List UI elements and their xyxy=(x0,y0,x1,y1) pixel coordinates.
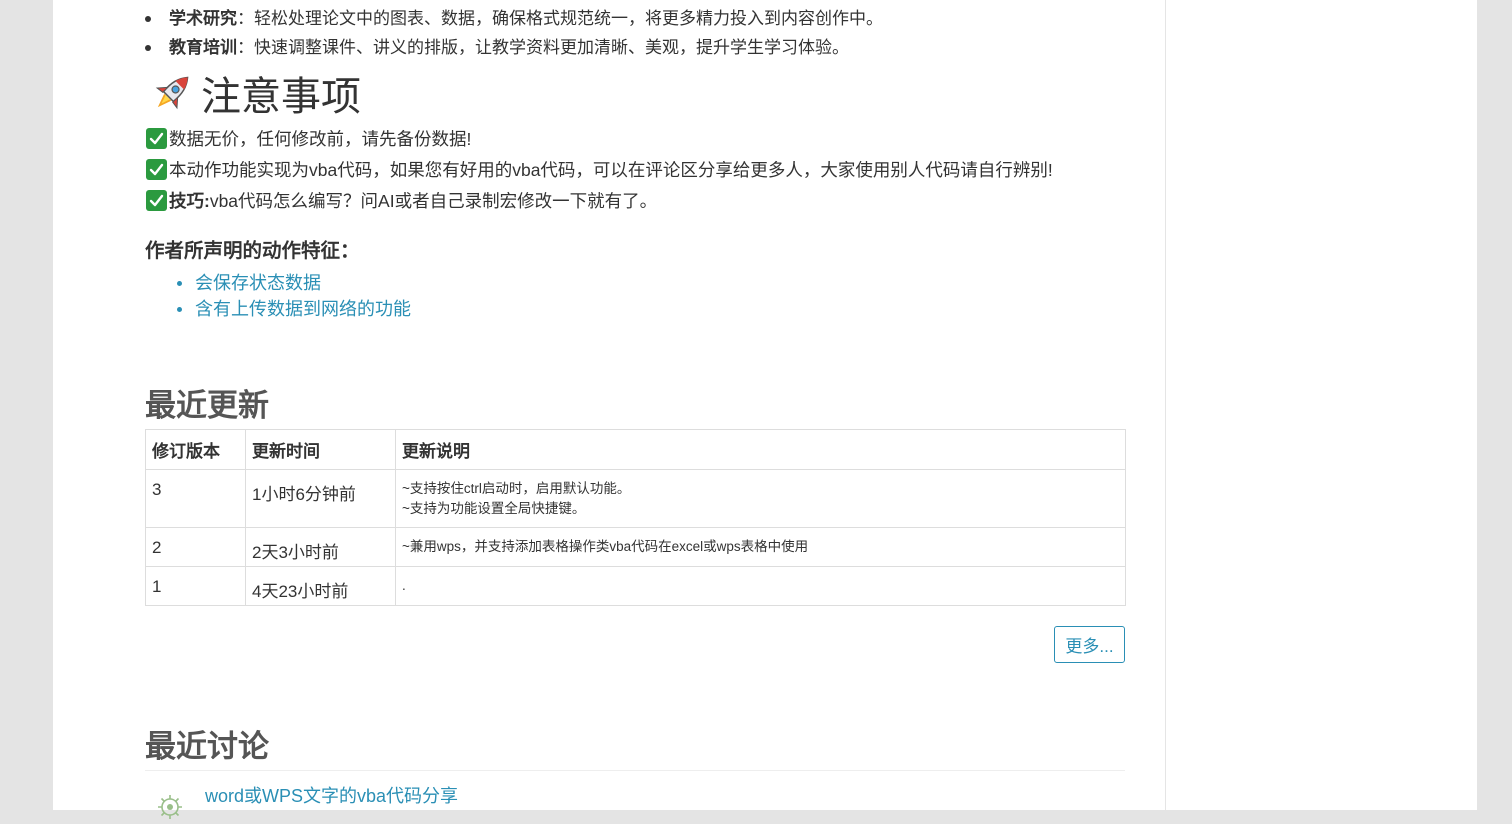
notice-item: 数据无价，任何修改前，请先备份数据! xyxy=(146,125,471,151)
notice-item: 本动作功能实现为vba代码，如果您有好用的vba代码，可以在评论区分享给更多人，… xyxy=(146,156,1053,182)
notice-item-bold: 技巧: xyxy=(169,190,210,211)
time-cell: 1小时6分钟前 xyxy=(245,469,396,528)
notes-cell: ~兼用wps，并支持添加表格操作类vba代码在excel或wps表格中使用 xyxy=(395,527,1126,567)
feature-link[interactable]: 含有上传数据到网络的功能 xyxy=(177,296,411,322)
checkmark-icon xyxy=(146,189,167,211)
checkmark-icon xyxy=(146,158,167,180)
recent-discussions-title: 最近讨论 xyxy=(145,729,269,764)
more-updates-button[interactable]: 更多... xyxy=(1054,626,1125,663)
version-cell: 2 xyxy=(145,527,246,567)
avatar-icon xyxy=(158,795,182,819)
rocket-icon xyxy=(155,76,189,110)
list-item: 学术研究：轻松处理论文中的图表、数据，确保格式规范统一，将更多精力投入到内容创作… xyxy=(145,4,883,33)
time-cell: 4天23小时前 xyxy=(245,566,396,606)
features-heading: 作者所声明的动作特征： xyxy=(145,240,360,262)
bullet-label: 教育培训 xyxy=(169,38,237,57)
notice-item-text: vba代码怎么编写？问AI或者自己录制宏修改一下就有了。 xyxy=(209,190,658,211)
page-container: 学术研究：轻松处理论文中的图表、数据，确保格式规范统一，将更多精力投入到内容创作… xyxy=(53,0,1477,819)
notice-item: 技巧: vba代码怎么编写？问AI或者自己录制宏修改一下就有了。 xyxy=(146,187,657,213)
column-header-version: 修订版本 xyxy=(145,429,246,470)
table-row: 3 1小时6分钟前 ~支持按住ctrl启动时，启用默认功能。 ~支持为功能设置全… xyxy=(145,469,1126,528)
feature-link[interactable]: 会保存状态数据 xyxy=(177,270,411,296)
version-cell: 1 xyxy=(145,566,246,606)
updates-table: 修订版本 更新时间 更新说明 3 1小时6分钟前 ~支持按住ctrl启动时，启用… xyxy=(145,429,1126,606)
table-row: 1 4天23小时前 . xyxy=(145,566,1126,606)
notice-title: 注意事项 xyxy=(201,75,361,119)
discussion-title-link[interactable]: word或WPS文字的vba代码分享 xyxy=(205,782,458,808)
notice-heading: 注意事项 xyxy=(147,66,361,120)
time-cell: 2天3小时前 xyxy=(245,527,396,567)
note-line: ~支持按住ctrl启动时，启用默认功能。 xyxy=(402,481,631,496)
sidebar-divider xyxy=(1165,0,1166,810)
recent-updates-title: 最近更新 xyxy=(145,388,269,423)
version-cell: 3 xyxy=(145,469,246,528)
table-row: 2 2天3小时前 ~兼用wps，并支持添加表格操作类vba代码在excel或wp… xyxy=(145,527,1126,567)
features-list: 会保存状态数据 含有上传数据到网络的功能 xyxy=(177,270,411,322)
notice-item-text: 本动作功能实现为vba代码，如果您有好用的vba代码，可以在评论区分享给更多人，… xyxy=(169,159,1053,180)
list-item: 教育培训：快速调整课件、讲义的排版，让教学资料更加清晰、美观，提升学生学习体验。 xyxy=(145,33,883,62)
notes-cell: ~支持按住ctrl启动时，启用默认功能。 ~支持为功能设置全局快捷键。 xyxy=(395,469,1126,528)
note-line: ~兼用wps，并支持添加表格操作类vba代码在excel或wps表格中使用 xyxy=(402,539,809,554)
note-line: ~支持为功能设置全局快捷键。 xyxy=(402,501,586,516)
notice-item-text: 数据无价，任何修改前，请先备份数据! xyxy=(169,128,472,149)
bullet-text: ：轻松处理论文中的图表、数据，确保格式规范统一，将更多精力投入到内容创作中。 xyxy=(237,9,883,28)
bullet-label: 学术研究 xyxy=(169,9,237,28)
discussion-divider xyxy=(145,770,1125,771)
table-header-row: 修订版本 更新时间 更新说明 xyxy=(145,429,1126,470)
note-line: . xyxy=(402,578,406,593)
notes-cell: . xyxy=(395,566,1126,606)
intro-bullet-list: 学术研究：轻松处理论文中的图表、数据，确保格式规范统一，将更多精力投入到内容创作… xyxy=(145,4,883,62)
checkmark-icon xyxy=(146,127,167,149)
column-header-time: 更新时间 xyxy=(245,429,396,470)
column-header-notes: 更新说明 xyxy=(395,429,1126,470)
discussion-item[interactable]: word或WPS文字的vba代码分享 xyxy=(145,780,1125,819)
bullet-text: ：快速调整课件、讲义的排版，让教学资料更加清晰、美观，提升学生学习体验。 xyxy=(237,38,849,57)
